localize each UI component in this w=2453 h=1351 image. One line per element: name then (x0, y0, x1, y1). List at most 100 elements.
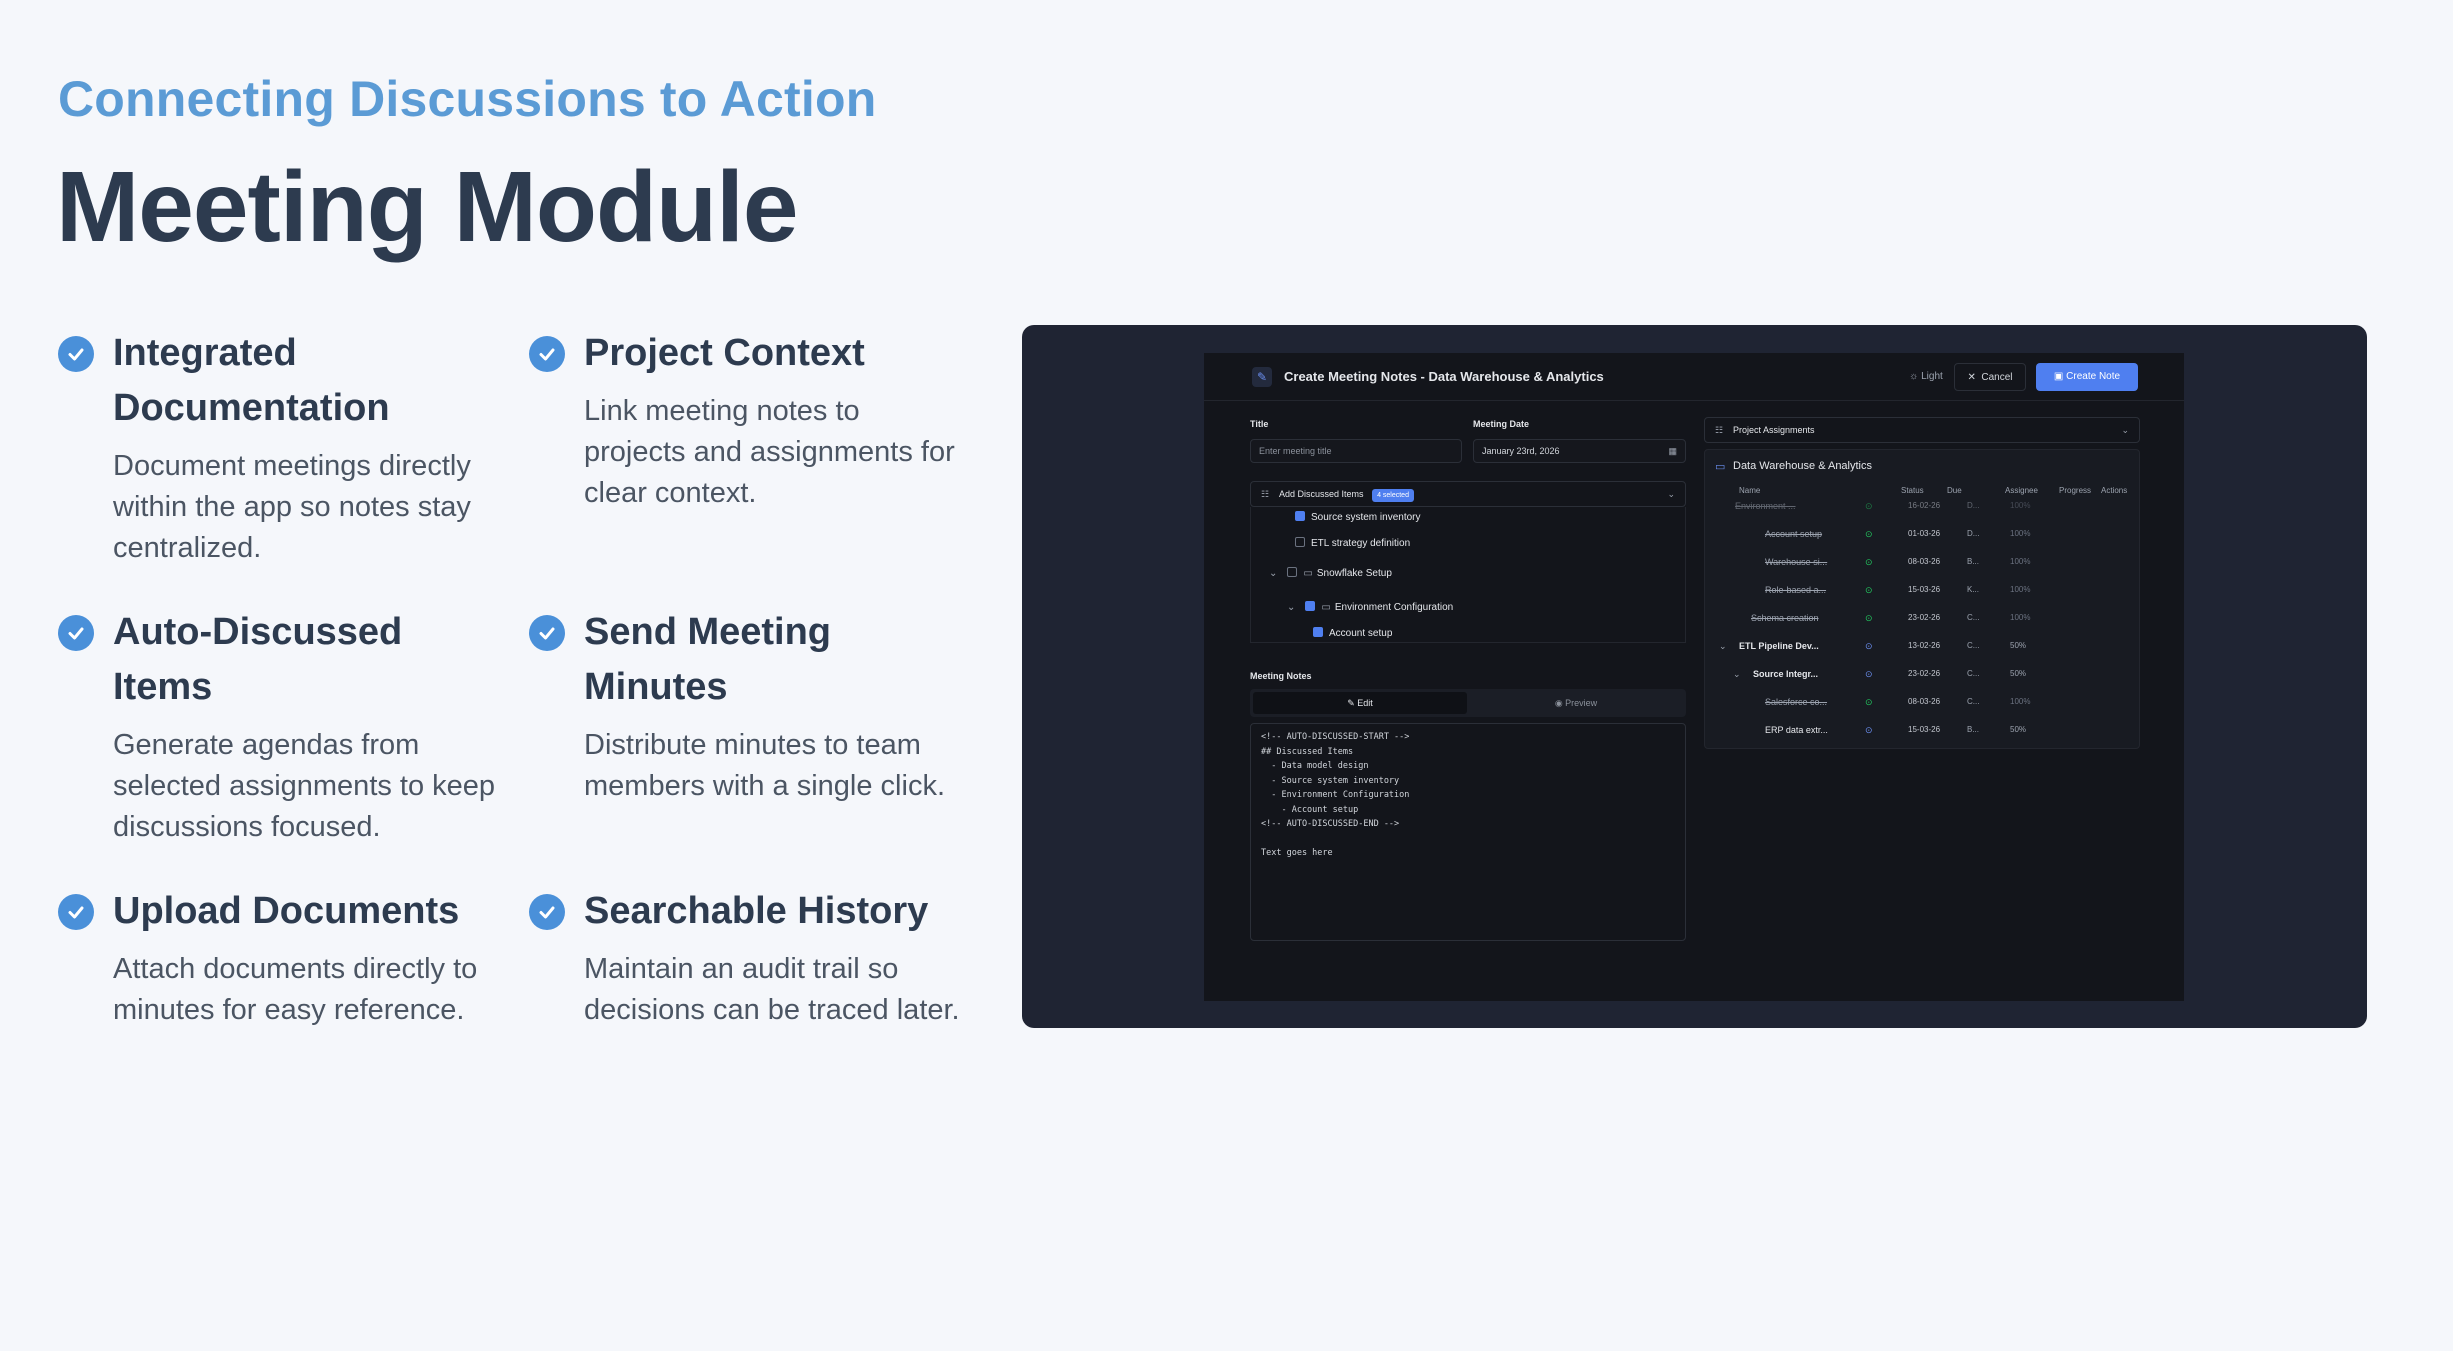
create-note-label: Create Note (2066, 371, 2121, 382)
feature-title: Upload Documents (113, 890, 460, 932)
tab-edit-label: Edit (1357, 698, 1373, 708)
status-icon: ⊙ (1865, 501, 1873, 511)
row-name: Environment ... (1735, 501, 1796, 511)
row-progress: 100% (2010, 613, 2031, 622)
app-screenshot-frame: ✎ Create Meeting Notes - Data Warehouse … (1022, 325, 2367, 1028)
project-assignments-dropdown[interactable]: ☷ Project Assignments ⌄ (1704, 417, 2140, 443)
row-due: 23-02-26 (1908, 613, 1941, 622)
item-label: Account setup (1329, 628, 1393, 639)
row-progress: 50% (2010, 669, 2027, 678)
row-due: 01-03-26 (1908, 529, 1941, 538)
item-label: Source system inventory (1311, 512, 1421, 523)
tab-edit[interactable]: ✎ Edit (1253, 692, 1467, 714)
table-row[interactable]: Environment ... ⊙ 16-02-26 D... 100% (1705, 494, 2139, 522)
table-row[interactable]: Role-based a... ⊙ 15-03-26 K... 100% (1705, 578, 2139, 606)
status-icon: ⊙ (1865, 529, 1873, 539)
row-due: 08-03-26 (1908, 557, 1941, 566)
row-assignee: K... (1967, 585, 1980, 594)
row-progress: 50% (2010, 641, 2027, 650)
item-label: Environment Configuration (1334, 602, 1454, 613)
project-assignments-panel: ▭ Data Warehouse & Analytics Name Status… (1704, 449, 2140, 749)
feature-title: Auto-Discussed Items (113, 611, 403, 708)
row-name: Account setup (1765, 529, 1823, 539)
notes-tabs: ✎ Edit ◉ Preview (1250, 689, 1686, 717)
checkbox[interactable] (1295, 537, 1305, 547)
chevron-down-icon[interactable]: ⌄ (1269, 568, 1277, 579)
discussed-items-list: Source system inventory ETL strategy def… (1250, 507, 1686, 643)
table-row[interactable]: ⌄ Source Integr... ⊙ 23-02-26 C... 50% (1705, 662, 2139, 690)
notes-editor[interactable]: <!-- AUTO-DISCUSSED-START --> ## Discuss… (1250, 723, 1686, 941)
list-item[interactable]: ⌄ ▭ Snowflake Setup (1269, 567, 1392, 581)
check-circle-icon (58, 615, 94, 651)
item-label: Snowflake Setup (1316, 568, 1392, 579)
meeting-date-input[interactable]: January 23rd, 2026 ▦ (1473, 439, 1686, 463)
table-row[interactable]: Salesforce co... ⊙ 08-03-26 C... 100% (1705, 690, 2139, 718)
discussed-items-label: Add Discussed Items (1279, 489, 1364, 499)
row-assignee: B... (1967, 557, 1980, 566)
row-due: 08-03-26 (1908, 697, 1941, 706)
tab-preview[interactable]: ◉ Preview (1469, 692, 1683, 714)
list-item[interactable]: ⌄ ▭ Environment Configuration (1287, 601, 1453, 615)
checkbox[interactable] (1295, 511, 1305, 521)
row-progress: 100% (2010, 557, 2031, 566)
list-item[interactable]: ETL strategy definition (1295, 537, 1410, 551)
list-item[interactable]: Source system inventory (1295, 511, 1421, 525)
table-row[interactable]: ⌄ ETL Pipeline Dev... ⊙ 13-02-26 C... 50% (1705, 634, 2139, 662)
row-progress: 100% (2010, 529, 2031, 538)
section-subtitle: Connecting Discussions to Action (58, 71, 877, 127)
feature-description: Attach documents directly to minutes for… (113, 953, 478, 1026)
feature-title: Searchable History (584, 890, 929, 932)
table-row[interactable]: Account setup ⊙ 01-03-26 D... 100% (1705, 522, 2139, 550)
feature-title: Project Context (584, 332, 865, 374)
feature-integrated-documentation: Integrated Documentation Document meetin… (58, 326, 498, 569)
theme-toggle-button[interactable]: ☼ Light (1904, 363, 1948, 391)
row-progress: 100% (2010, 501, 2031, 510)
feature-description: Distribute minutes to team members with … (584, 729, 945, 802)
chevron-down-icon: ⌄ (1667, 489, 1675, 499)
row-name: Salesforce co... (1765, 697, 1828, 707)
status-icon: ⊙ (1865, 725, 1873, 735)
calendar-icon: ▦ (1668, 446, 1677, 456)
row-name: ERP data extr... (1765, 725, 1828, 735)
feature-auto-discussed-items: Auto-Discussed Items Generate agendas fr… (58, 605, 498, 848)
row-progress: 100% (2010, 585, 2031, 594)
check-circle-icon (529, 615, 565, 651)
feature-description: Document meetings directly within the ap… (113, 450, 471, 564)
feature-upload-documents: Upload Documents Attach documents direct… (58, 884, 498, 1031)
discussed-items-dropdown[interactable]: ☷ Add Discussed Items 4 selected ⌄ (1250, 481, 1686, 507)
title-input[interactable]: Enter meeting title (1250, 439, 1462, 463)
list-item[interactable]: Account setup (1313, 627, 1392, 641)
check-circle-icon (529, 894, 565, 930)
table-row[interactable]: Schema creation ⊙ 23-02-26 C... 100% (1705, 606, 2139, 634)
checkbox[interactable] (1305, 601, 1316, 611)
feature-send-meeting-minutes: Send Meeting Minutes Distribute minutes … (529, 605, 969, 807)
row-assignee: B... (1967, 725, 1980, 734)
checkbox[interactable] (1313, 627, 1323, 637)
status-icon: ⊙ (1865, 557, 1873, 567)
row-assignee: C... (1967, 641, 1980, 650)
create-note-button[interactable]: ▣ Create Note (2036, 363, 2138, 391)
feature-title: Integrated Documentation (113, 332, 390, 429)
dialog-title: Create Meeting Notes - Data Warehouse & … (1284, 369, 1604, 384)
row-name: Warehouse si... (1765, 557, 1828, 567)
table-row[interactable]: Warehouse si... ⊙ 08-03-26 B... 100% (1705, 550, 2139, 578)
chevron-down-icon[interactable]: ⌄ (1287, 602, 1295, 613)
title-label: Title (1250, 419, 1269, 429)
chevron-down-icon[interactable]: ⌄ (1719, 641, 1727, 652)
row-name: Source Integr... (1753, 669, 1819, 679)
cancel-button[interactable]: ✕ Cancel (1954, 363, 2026, 391)
feature-description: Generate agendas from selected assignmen… (113, 729, 496, 843)
feature-searchable-history: Searchable History Maintain an audit tra… (529, 884, 969, 1031)
list-icon: ☷ (1715, 425, 1724, 435)
chevron-down-icon[interactable]: ⌄ (1733, 669, 1741, 680)
meeting-notes-dialog: ✎ Create Meeting Notes - Data Warehouse … (1204, 353, 2184, 1001)
status-icon: ⊙ (1865, 697, 1873, 707)
checkbox[interactable] (1287, 567, 1298, 577)
row-progress: 100% (2010, 697, 2031, 706)
table-row[interactable]: ERP data extr... ⊙ 15-03-26 B... 50% (1705, 718, 2139, 746)
theme-toggle-label: Light (1921, 371, 1943, 382)
folder-icon: ▭ (1715, 461, 1726, 473)
folder-icon: ▭ (1303, 568, 1313, 579)
row-progress: 50% (2010, 725, 2027, 734)
check-circle-icon (58, 336, 94, 372)
